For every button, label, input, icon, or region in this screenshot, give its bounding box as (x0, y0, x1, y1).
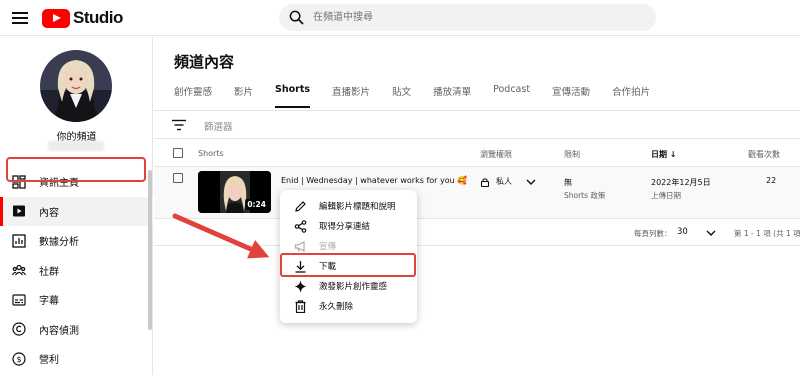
tab-collabs[interactable]: 合作拍片 (612, 84, 650, 110)
main-content: 頻道內容 創作靈感 影片 Shorts 直播影片 貼文 播放清單 Podcast… (154, 37, 800, 375)
share-icon (294, 219, 307, 233)
visibility-selector[interactable]: 私人 (480, 176, 536, 187)
video-duration: 0:24 (245, 199, 268, 210)
rows-per-page-value[interactable]: 30 (677, 227, 688, 237)
tab-shorts[interactable]: Shorts (275, 84, 311, 110)
filter-bar[interactable]: 篩選器 (154, 111, 800, 139)
video-options-menu: 編輯影片標題和說明 取得分享連結 宣傳 下載 激發影片創作靈感 永久刪除 (280, 190, 417, 323)
menu-item-label: 編輯影片標題和說明 (319, 202, 396, 212)
sidebar-item-copyright[interactable]: 內容偵測 (0, 315, 153, 345)
sparkle-icon (294, 280, 307, 293)
logo-text: Studio (73, 8, 123, 27)
tab-podcast[interactable]: Podcast (493, 84, 530, 110)
date-value: 2022年12月5日 (651, 178, 711, 187)
sidebar-item-analytics[interactable]: 數據分析 (0, 226, 153, 256)
sidebar-item-label: 社群 (39, 266, 59, 278)
column-restrictions: 限制 (564, 150, 580, 159)
visibility-value: 私人 (496, 177, 512, 186)
column-views[interactable]: 觀看次數 (748, 149, 780, 160)
search-input[interactable] (313, 4, 633, 31)
sidebar-item-community[interactable]: 社群 (0, 256, 153, 286)
column-visibility[interactable]: 瀏覽權限 (480, 149, 512, 160)
menu-item-label: 永久刪除 (319, 302, 354, 312)
menu-item-edit[interactable]: 編輯影片標題和說明 (280, 196, 417, 216)
tab-live[interactable]: 直播影片 (332, 84, 370, 110)
menu-item-download[interactable]: 下載 (280, 256, 417, 276)
sidebar-item-label: 資訊主頁 (39, 178, 79, 190)
tab-videos[interactable]: 影片 (234, 84, 253, 110)
pencil-icon (294, 200, 307, 213)
tab-promotions[interactable]: 宣傳活動 (552, 84, 590, 110)
menu-item-delete[interactable]: 永久刪除 (280, 296, 417, 316)
sidebar-item-monetization[interactable]: $ 營利 (0, 344, 153, 374)
pagination: 每頁列數： 30 第 1 - 1 項 (共 1 項) (154, 219, 800, 246)
sidebar-scrollbar[interactable] (148, 170, 152, 330)
subtitles-icon (12, 293, 26, 307)
menu-item-promote: 宣傳 (280, 236, 417, 256)
row-checkbox[interactable] (173, 173, 183, 183)
sidebar-item-label: 字幕 (39, 296, 59, 308)
menu-item-label: 取得分享連結 (319, 222, 371, 232)
content-icon (12, 204, 26, 218)
megaphone-icon (294, 240, 307, 253)
menu-item-inspire[interactable]: 激發影片創作靈感 (280, 276, 417, 296)
community-icon (12, 263, 26, 277)
sidebar-nav: 資訊主頁 內容 數據分析 社群 字幕 內容偵測 $ 營利 (0, 167, 153, 374)
lock-icon (480, 177, 490, 187)
table-header: Shorts 瀏覽權限 限制 日期 ↓ 觀看次數 (154, 139, 800, 167)
date-cell: 2022年12月5日 上傳日期 (651, 176, 711, 202)
tab-playlists[interactable]: 播放清單 (433, 84, 471, 110)
copyright-icon (12, 322, 26, 336)
rows-per-page-label: 每頁列數： (634, 229, 672, 238)
chevron-down-icon[interactable] (706, 229, 716, 237)
arrow-down-icon: ↓ (669, 150, 677, 159)
restriction-value: 無 (564, 178, 572, 187)
menu-icon[interactable] (10, 9, 30, 27)
video-title[interactable]: Enid | Wednesday | whatever works for yo… (281, 176, 467, 185)
menu-item-share[interactable]: 取得分享連結 (280, 216, 417, 236)
svg-text:$: $ (16, 355, 21, 364)
select-all-checkbox[interactable] (173, 148, 183, 158)
trash-icon (294, 299, 307, 313)
column-date[interactable]: 日期 ↓ (651, 149, 677, 160)
sidebar: 你的頻道 資訊主頁 內容 數據分析 社群 字幕 內容偵測 $ 營利 (0, 37, 153, 375)
page-range: 第 1 - 1 項 (共 1 項) (734, 229, 800, 238)
menu-item-label: 激發影片創作靈感 (319, 282, 388, 292)
views-value: 22 (766, 176, 777, 185)
sidebar-item-label: 內容偵測 (39, 325, 79, 337)
menu-item-label: 下載 (319, 262, 337, 272)
monetization-icon: $ (12, 352, 26, 366)
sidebar-item-label: 內容 (39, 207, 59, 219)
table-row[interactable]: 0:24 Enid | Wednesday | whatever works f… (154, 167, 800, 219)
youtube-play-icon (42, 8, 70, 28)
search-icon[interactable] (289, 10, 304, 25)
restriction-policy[interactable]: Shorts 政策 (564, 189, 605, 202)
sidebar-item-dashboard[interactable]: 資訊主頁 (0, 167, 153, 197)
sidebar-item-content[interactable]: 內容 (0, 196, 153, 226)
date-type: 上傳日期 (651, 191, 681, 200)
dashboard-icon (12, 175, 26, 189)
avatar[interactable] (40, 50, 112, 122)
column-shorts: Shorts (198, 149, 224, 158)
tab-posts[interactable]: 貼文 (392, 84, 411, 110)
column-date-label: 日期 (651, 150, 667, 159)
channel-name-blurred (48, 141, 104, 151)
filter-icon[interactable] (172, 119, 186, 131)
analytics-icon (12, 234, 26, 248)
chevron-down-icon[interactable] (526, 178, 536, 186)
search-bar[interactable] (279, 4, 656, 31)
tab-inspiration[interactable]: 創作靈感 (174, 84, 212, 110)
studio-logo[interactable]: Studio (42, 8, 123, 28)
sidebar-item-label: 營利 (39, 355, 59, 367)
menu-item-label: 宣傳 (319, 242, 337, 252)
video-thumbnail[interactable]: 0:24 (198, 171, 271, 213)
download-icon (294, 260, 307, 273)
sidebar-item-label: 數據分析 (39, 237, 79, 249)
restriction-cell: 無 Shorts 政策 (564, 176, 605, 202)
content-tabs: 創作靈感 影片 Shorts 直播影片 貼文 播放清單 Podcast 宣傳活動… (174, 84, 672, 110)
filter-placeholder[interactable]: 篩選器 (204, 119, 233, 133)
top-bar: Studio (0, 0, 800, 36)
sidebar-item-subtitles[interactable]: 字幕 (0, 285, 153, 315)
page-title: 頻道內容 (174, 53, 235, 71)
